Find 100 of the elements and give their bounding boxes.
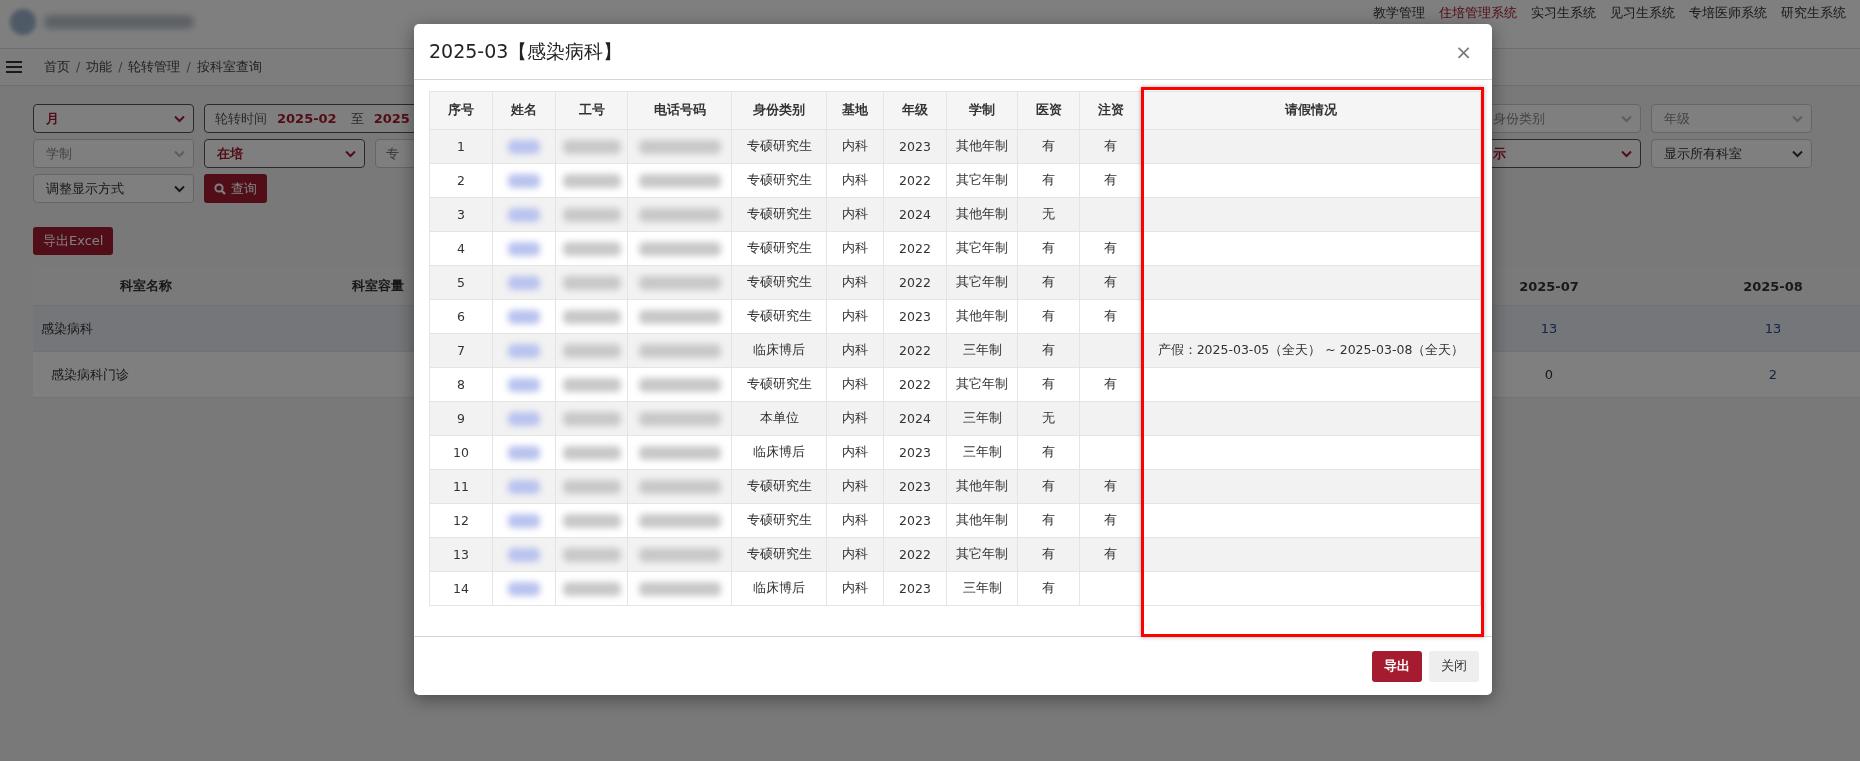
table-cell: 其他年制 [956,206,1008,223]
table-cell: 其它年制 [956,240,1008,257]
breadcrumb-link[interactable]: 轮转管理 [128,58,181,76]
nav-link[interactable]: 专培医师系统 [1689,6,1767,20]
breadcrumb-link[interactable]: 按科室查询 [196,58,262,76]
table-cell: 2023 [899,581,931,596]
dropdown-field[interactable]: 调整显示方式 [33,174,194,203]
table-cell: 6 [457,309,465,324]
table-cell: 内科 [842,138,868,155]
blurred-name [508,377,540,392]
blurred-name [508,241,540,256]
dropdown-field[interactable]: 月 [33,104,194,133]
blurred-id [562,479,621,494]
start-month: 2025-02 [277,111,337,126]
column-header: 医资 [1035,102,1062,119]
table-cell: 有 [1042,172,1055,189]
blurred-name [508,445,540,460]
table-cell: 有 [1104,308,1117,325]
table-cell: 内科 [842,206,868,223]
table-cell: 有 [1042,138,1055,155]
nav-link[interactable]: 教学管理 [1373,6,1425,20]
nav-link[interactable]: 实习生系统 [1531,6,1596,20]
close-dialog-button[interactable]: 关闭 [1429,650,1479,682]
count-link[interactable]: 13 [1540,321,1558,336]
breadcrumb-separator: / [186,58,191,76]
blurred-name [508,309,540,324]
table-cell: 2024 [899,207,931,222]
blurred-name [508,581,540,596]
table-cell: 专硕研究生 [746,138,812,155]
close-button[interactable]: × [1455,39,1472,64]
table-cell: 其他年制 [956,138,1008,155]
department-name: 感染病科门诊 [51,365,129,384]
table-cell: 专硕研究生 [746,478,812,495]
column-header: 基地 [842,102,868,119]
nav-link[interactable]: 见习生系统 [1610,6,1675,20]
table-cell: 有 [1042,580,1055,597]
breadcrumb-separator: / [76,58,81,76]
blurred-id [562,309,621,324]
table-cell: 7 [457,343,465,358]
column-header: 科室容量 [352,277,404,295]
column-header: 注资 [1097,102,1124,119]
blurred-id [562,377,621,392]
dropdown-field[interactable]: 年级 [1651,104,1812,133]
blurred-name [508,343,540,358]
table-cell: 2022 [899,377,931,392]
nav-link[interactable]: 住培管理系统 [1439,6,1517,20]
search-button[interactable]: 查询 [204,174,267,203]
table-cell: 专硕研究生 [746,206,812,223]
chevron-down-icon [1792,114,1803,123]
table-cell: 有 [1042,308,1055,325]
count-link[interactable]: 2 [1768,367,1778,382]
blurred-id [562,513,621,528]
export-button[interactable]: 导出 [1372,650,1422,682]
table-cell: 专硕研究生 [746,308,812,325]
department-name: 感染病科 [41,319,93,338]
blurred-name [508,275,540,290]
blurred-id [562,343,621,358]
table-cell: 其他年制 [956,478,1008,495]
table-cell: 2023 [899,445,931,460]
column-header: 序号 [448,102,474,119]
chevron-down-icon [174,149,185,158]
menu-icon[interactable] [6,61,22,73]
table-cell: 其他年制 [956,512,1008,529]
table-cell: 三年制 [962,410,1002,427]
export-excel-button[interactable]: 导出Excel [33,227,114,255]
table-cell: 其它年制 [956,172,1008,189]
nav-link[interactable]: 研究生系统 [1781,6,1846,20]
table-cell: 12 [453,513,469,528]
table-cell: 有 [1042,478,1055,495]
breadcrumb-separator: / [118,58,123,76]
table-cell: 产假：2025-03-05（全天） ~ 2025-03-08（全天） [1157,342,1465,359]
dropdown-field[interactable]: 显示所有科室 [1651,139,1812,168]
blurred-name [508,479,540,494]
table-cell: 内科 [842,172,868,189]
table-cell: 内科 [842,308,868,325]
table-cell: 三年制 [962,342,1002,359]
column-header: 2025-08 [1743,278,1803,294]
table-cell: 2 [457,173,465,188]
column-header: 身份类别 [753,102,805,119]
table-cell: 内科 [842,376,868,393]
table-cell: 本单位 [759,410,799,427]
blurred-id [562,241,621,256]
table-cell: 临床博后 [753,444,805,461]
count-value: 0 [1544,367,1554,382]
table-cell: 4 [457,241,465,256]
table-cell: 11 [453,479,469,494]
dropdown-field[interactable]: 在培 [204,139,365,168]
table-cell: 专硕研究生 [746,274,812,291]
table-cell: 9 [457,411,465,426]
blurred-name [508,173,540,188]
table-cell: 有 [1042,274,1055,291]
blurred-id [562,139,621,154]
breadcrumb-link[interactable]: 首页 [44,58,70,76]
blurred-name [508,513,540,528]
chevron-down-icon [345,149,356,158]
table-cell: 内科 [842,410,868,427]
chevron-down-icon [174,114,185,123]
breadcrumb-link[interactable]: 功能 [86,58,113,76]
table-cell: 2022 [899,241,931,256]
count-link[interactable]: 13 [1764,321,1782,336]
